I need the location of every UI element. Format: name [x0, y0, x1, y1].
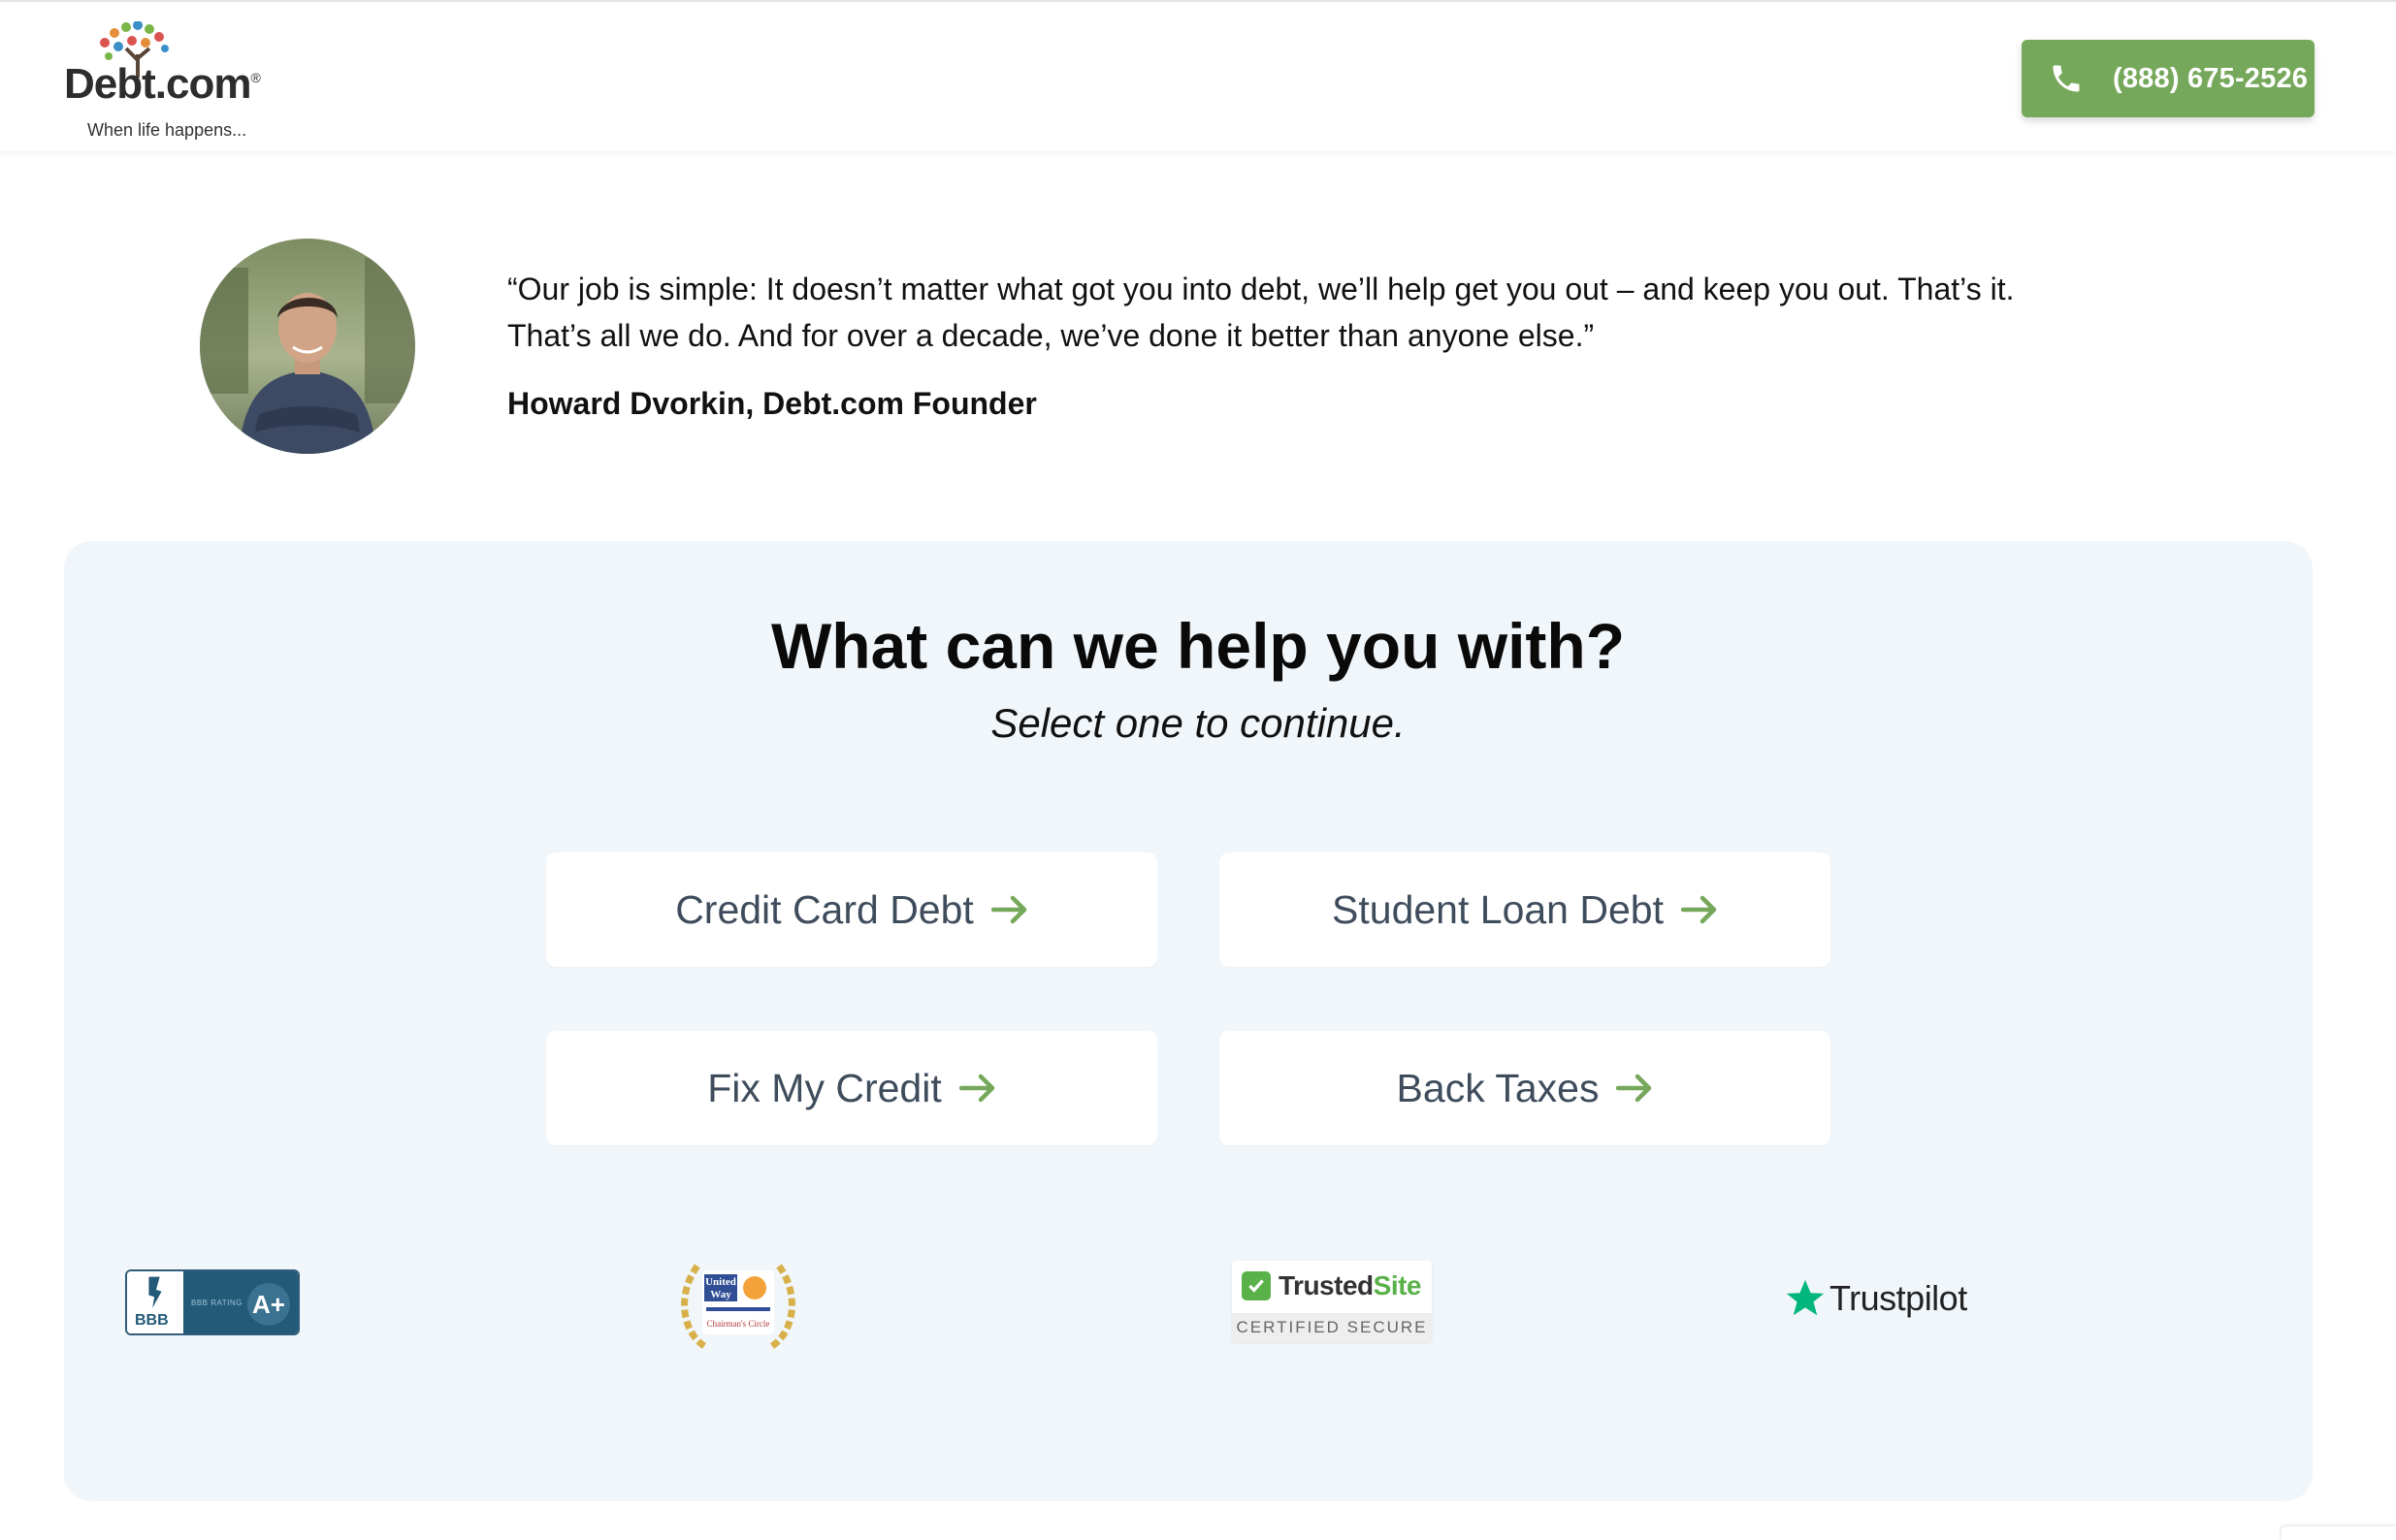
- founder-photo: [200, 239, 415, 454]
- option-label: Back Taxes: [1396, 1065, 1600, 1110]
- quote-author: Howard Dvorkin, Debt.com Founder: [507, 386, 1037, 421]
- option-label: Credit Card Debt: [675, 886, 974, 932]
- arrow-right-icon: [990, 895, 1027, 924]
- trustedsite-certified: CERTIFIED SECURE: [1232, 1313, 1432, 1342]
- united-way-caption: Chairman's Circle: [707, 1319, 770, 1329]
- phone-icon: [2053, 65, 2080, 92]
- option-label: Fix My Credit: [707, 1065, 942, 1110]
- logo-wordmark: Debt.com®: [64, 60, 261, 109]
- help-subtitle: Select one to continue.: [990, 700, 1406, 746]
- bbb-rating-area: BBB RATING A+: [183, 1271, 298, 1333]
- arrow-right-icon: [1680, 895, 1717, 924]
- star-icon: [1786, 1279, 1825, 1316]
- trustedsite-badge[interactable]: TrustedSite CERTIFIED SECURE: [1232, 1261, 1432, 1342]
- option-fix-my-credit[interactable]: Fix My Credit: [546, 1031, 1157, 1145]
- option-credit-card-debt[interactable]: Credit Card Debt: [546, 852, 1157, 967]
- arrow-right-icon: [958, 1074, 994, 1103]
- phone-number: (888) 675-2526: [2113, 62, 2309, 94]
- bbb-rating-badge[interactable]: BBB BBB RATING A+: [125, 1269, 300, 1335]
- option-back-taxes[interactable]: Back Taxes: [1219, 1031, 1830, 1145]
- trustedsite-name-a: Trusted: [1279, 1270, 1374, 1300]
- logo-text: Debt.com: [64, 60, 251, 108]
- united-way-text-top: United: [705, 1276, 736, 1288]
- trustedsite-header: TrustedSite: [1242, 1270, 1422, 1301]
- option-student-loan-debt[interactable]: Student Loan Debt: [1219, 852, 1830, 967]
- trustpilot-badge[interactable]: Trustpilot: [1783, 1276, 1967, 1321]
- call-phone-button[interactable]: (888) 675-2526: [2022, 40, 2315, 117]
- help-panel: [64, 541, 2313, 1501]
- help-title: What can we help you with?: [770, 610, 1626, 682]
- debt-com-logo[interactable]: Debt.com® When life happens...: [64, 21, 287, 140]
- united-way-laurel-icon: United Way Chairman's Circle: [681, 1262, 795, 1349]
- bbb-text: BBB: [135, 1312, 169, 1329]
- recaptcha-corner: [2282, 1526, 2396, 1540]
- united-way-badge[interactable]: United Way Chairman's Circle: [675, 1253, 801, 1354]
- registered-mark: ®: [250, 70, 260, 85]
- check-icon: [1242, 1271, 1271, 1300]
- bbb-rating-label: BBB RATING: [191, 1299, 243, 1307]
- option-label: Student Loan Debt: [1332, 886, 1664, 932]
- united-way-text-bottom: Way: [710, 1289, 731, 1300]
- arrow-right-icon: [1616, 1074, 1652, 1103]
- founder-avatar: [200, 239, 415, 454]
- trustedsite-name-b: Site: [1373, 1270, 1422, 1300]
- trustpilot-text: Trustpilot: [1829, 1278, 1967, 1318]
- logo-tagline: When life happens...: [87, 120, 247, 140]
- site-header: Debt.com® When life happens... (888) 675…: [0, 0, 2396, 151]
- bbb-logo: BBB: [127, 1271, 183, 1333]
- founder-quote: “Our job is simple: It doesn’t matter wh…: [507, 272, 2015, 353]
- trustedsite-name: TrustedSite: [1279, 1270, 1422, 1301]
- bbb-grade: A+: [247, 1283, 290, 1326]
